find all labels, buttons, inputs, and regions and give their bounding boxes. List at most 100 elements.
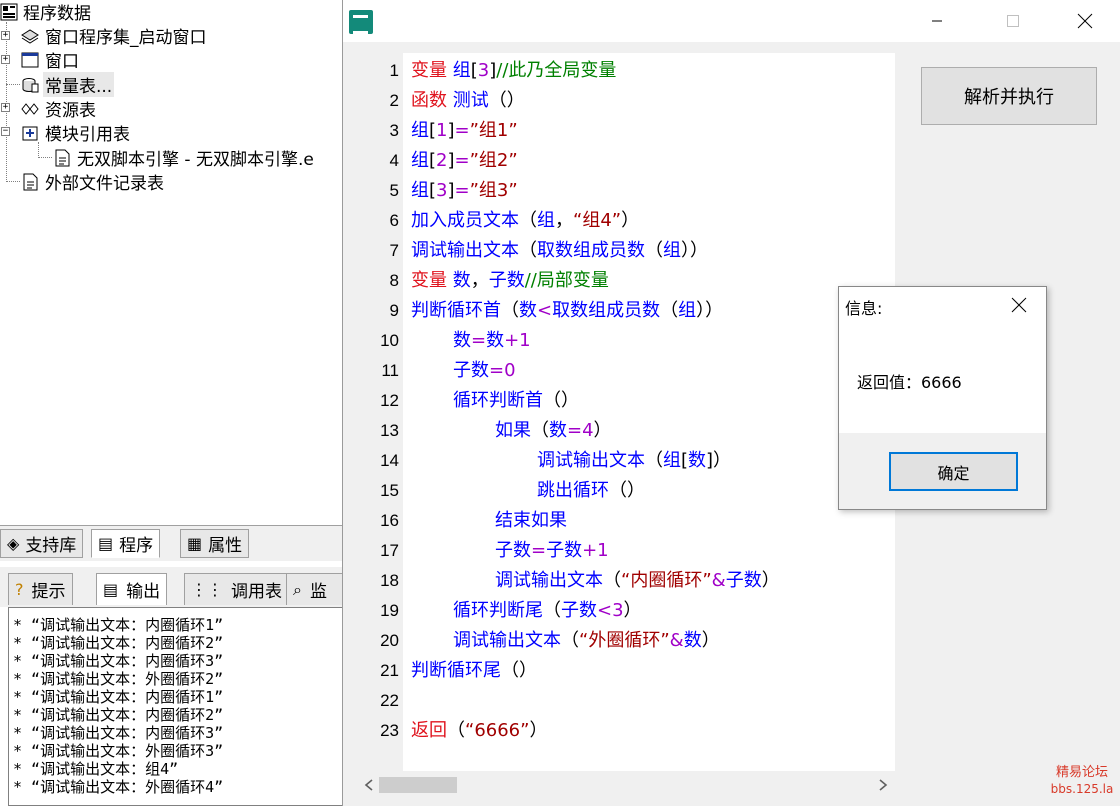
code-token: &	[711, 570, 726, 591]
resource-icon	[20, 100, 40, 118]
close-icon	[1011, 297, 1027, 313]
tab-label: 属性	[208, 536, 243, 556]
code-token: （	[519, 210, 537, 231]
code-line[interactable]: 返回（“6666”）	[411, 716, 547, 746]
code-line[interactable]: 子数=0	[453, 356, 516, 386]
code-token: 子数	[546, 540, 583, 561]
tab-label: 程序	[119, 536, 154, 556]
tree-item-module-ref[interactable]: 模块引用表	[20, 121, 132, 145]
horizontal-scrollbar[interactable]	[353, 771, 895, 799]
tree-item-assembly[interactable]: 窗口程序集_启动窗口	[20, 24, 209, 48]
code-line[interactable]: 组[3]=”组3”	[411, 176, 518, 206]
code-token: 函数	[411, 90, 453, 111]
code-token: 子数	[495, 540, 531, 561]
code-line[interactable]: 组[2]=”组2”	[411, 146, 518, 176]
window-icon	[20, 51, 40, 69]
line-number: 5	[389, 181, 399, 200]
expand-toggle-assembly[interactable]: +	[1, 31, 10, 40]
code-token: 数	[486, 330, 505, 351]
code-line[interactable]: 调试输出文本（“内圈循环”&子数）	[495, 566, 780, 596]
module-ref-icon	[20, 124, 40, 142]
code-token: [	[681, 450, 689, 471]
code-line[interactable]: 循环判断尾（子数<3）	[453, 596, 642, 626]
scroll-thumb[interactable]	[379, 777, 457, 793]
code-line[interactable]: 函数 测试（）	[411, 86, 525, 116]
code-line[interactable]: 子数=子数+1	[495, 536, 609, 566]
document-icon	[52, 149, 72, 167]
code-token: 数	[452, 270, 471, 291]
code-line[interactable]: 加入成员文本（组，“组4”）	[411, 206, 639, 236]
scroll-right-icon[interactable]	[873, 775, 893, 795]
code-token: 取数组成员数	[552, 300, 661, 321]
line-number: 19	[380, 601, 399, 620]
code-token: //此乃全局变量	[496, 60, 617, 81]
output-console[interactable]: * “调试输出文本：内圈循环1” * “调试输出文本：内圈循环2” * “调试输…	[8, 607, 342, 806]
code-token: 循环判断尾	[453, 600, 543, 621]
code-token: 组	[663, 450, 681, 471]
minimize-button[interactable]	[909, 0, 965, 42]
dialog-title-bar[interactable]: 信息:	[839, 287, 1046, 323]
assembly-icon	[20, 27, 40, 45]
line-number: 18	[380, 571, 399, 590]
code-token: 组	[537, 210, 555, 231]
tree-root[interactable]: 程序数据	[0, 0, 93, 24]
code-line[interactable]: 如果（数=4）	[495, 416, 612, 446]
code-line[interactable]: 判断循环尾（）	[411, 656, 537, 686]
title-bar[interactable]	[343, 0, 1120, 42]
code-token: ”组2”	[469, 150, 518, 171]
tree-item-window[interactable]: 窗口	[20, 48, 81, 72]
tab-hint[interactable]: ? 提示	[8, 573, 73, 605]
ok-button[interactable]: 确定	[889, 452, 1018, 491]
code-editor[interactable]: 变量 组[3]//此乃全局变量 函数 测试（） 组[1]=”组1” 组[2]=”组2”…	[403, 53, 895, 771]
code-token: ]）	[706, 450, 732, 471]
call-table-icon: ⋮⋮	[191, 580, 223, 599]
tree-item-script-engine[interactable]: 无双脚本引擎 - 无双脚本引擎.e	[52, 146, 316, 170]
dialog-close-button[interactable]	[1007, 293, 1031, 317]
tab-property[interactable]: ▦ 属性	[180, 529, 250, 558]
tab-call-table[interactable]: ⋮⋮ 调用表	[184, 573, 289, 605]
parse-execute-button[interactable]: 解析并执行	[921, 67, 1097, 125]
code-line[interactable]: 调试输出文本（取数组成员数（组））	[411, 236, 708, 266]
tab-support-library[interactable]: ◈ 支持库	[0, 529, 84, 558]
code-line[interactable]: 组[1]=”组1”	[411, 116, 518, 146]
expand-toggle-resource[interactable]: +	[1, 103, 10, 112]
tree-item-external-files[interactable]: 外部文件记录表	[20, 170, 166, 194]
output-line: * “调试输出文本：组4”	[13, 760, 179, 778]
tab-output[interactable]: ▤ 输出	[96, 573, 168, 605]
scroll-left-icon[interactable]	[359, 775, 379, 795]
code-line[interactable]: 跳出循环（）	[537, 476, 645, 506]
collapse-toggle-module[interactable]: −	[1, 127, 10, 136]
tree-item-resource[interactable]: 资源表	[20, 97, 98, 121]
minimize-icon	[932, 20, 942, 22]
code-token: 数	[688, 450, 707, 471]
code-token: “组4”	[573, 210, 622, 231]
code-token: 数	[519, 300, 537, 321]
code-token: （	[603, 570, 621, 591]
code-token: 循环判断首	[453, 390, 543, 411]
tab-program[interactable]: ▤ 程序	[91, 529, 161, 558]
tree-item-label: 窗口	[45, 52, 79, 72]
code-line[interactable]: 结束如果	[495, 506, 567, 536]
code-token: 调试输出文本	[495, 570, 603, 591]
code-line[interactable]: 调试输出文本（组[数]）	[537, 446, 731, 476]
app-logo-icon	[349, 10, 373, 34]
output-line: * “调试输出文本：内圈循环3”	[13, 652, 224, 670]
code-token: +1	[582, 540, 609, 561]
message-dialog: 信息: 返回值：6666 确定	[838, 286, 1047, 510]
code-token: 判断循环尾	[411, 660, 501, 681]
code-line[interactable]: 判断循环首（数<取数组成员数（组））	[411, 296, 723, 326]
code-line[interactable]: 调试输出文本（“外圈循环”&数）	[453, 626, 720, 656]
code-line[interactable]: 变量 数，子数//局部变量	[411, 266, 609, 296]
tab-watch[interactable]: ⌕ 监	[286, 573, 342, 605]
code-line[interactable]: 数=数+1	[453, 326, 531, 356]
code-line[interactable]: 变量 组[3]//此乃全局变量	[411, 56, 616, 86]
line-number: 16	[380, 511, 399, 530]
close-button[interactable]	[1057, 0, 1113, 42]
code-token: 数	[683, 630, 702, 651]
code-line[interactable]: 循环判断首（）	[453, 386, 579, 416]
code-token: +1	[504, 330, 531, 351]
output-tabs: ? 提示 ▤ 输出 ⋮⋮ 调用表 ⌕ 监	[0, 567, 342, 607]
maximize-button[interactable]	[985, 0, 1041, 42]
expand-toggle-window[interactable]: +	[1, 55, 10, 64]
tree-item-constant-table[interactable]: 常量表...	[20, 72, 115, 97]
